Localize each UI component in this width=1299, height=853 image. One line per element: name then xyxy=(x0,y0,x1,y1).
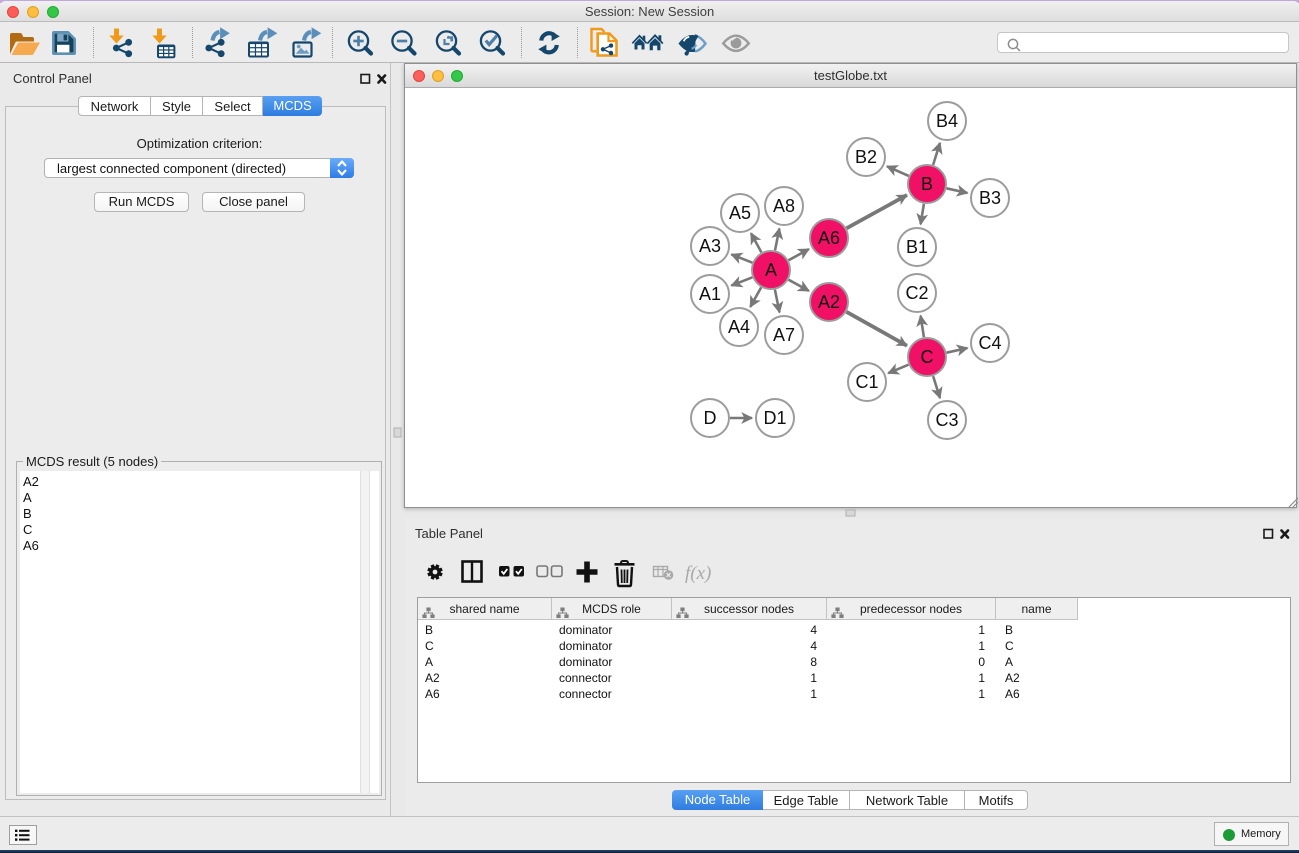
svg-text:C2: C2 xyxy=(905,283,928,303)
svg-text:D: D xyxy=(704,408,717,428)
svg-text:A8: A8 xyxy=(773,196,795,216)
svg-text:B2: B2 xyxy=(855,147,877,167)
svg-text:C4: C4 xyxy=(978,333,1001,353)
svg-text:f(x): f(x) xyxy=(685,563,711,584)
svg-text:C1: C1 xyxy=(855,372,878,392)
svg-text:B1: B1 xyxy=(906,237,928,257)
svg-text:D1: D1 xyxy=(763,408,786,428)
svg-text:A3: A3 xyxy=(699,236,721,256)
svg-text:A4: A4 xyxy=(728,317,750,337)
svg-text:A5: A5 xyxy=(729,203,751,223)
svg-text:A1: A1 xyxy=(699,284,721,304)
svg-text:C3: C3 xyxy=(935,410,958,430)
svg-text:B4: B4 xyxy=(936,111,958,131)
svg-text:A: A xyxy=(765,260,777,280)
svg-text:B: B xyxy=(921,174,933,194)
svg-text:A2: A2 xyxy=(818,292,840,312)
svg-text:C: C xyxy=(921,347,934,367)
svg-text:A6: A6 xyxy=(818,228,840,248)
svg-text:B3: B3 xyxy=(979,188,1001,208)
svg-text:A7: A7 xyxy=(773,325,795,345)
